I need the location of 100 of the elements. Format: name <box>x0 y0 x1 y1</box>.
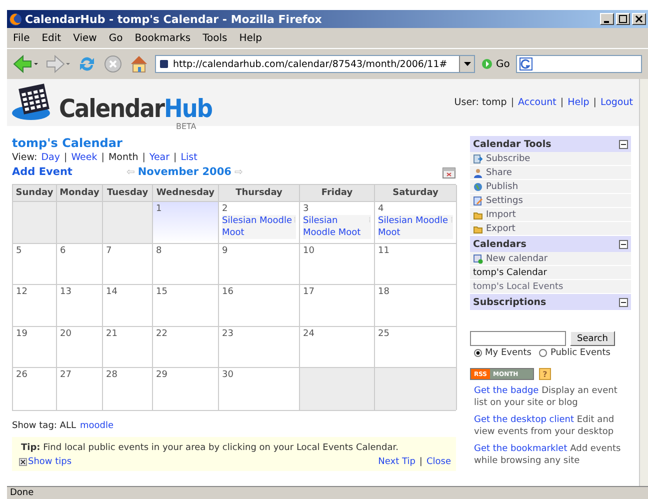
sidebar-item[interactable]: Import <box>470 208 631 222</box>
event-entry[interactable]: Silesian Moodle Moot <box>378 215 453 239</box>
day-cell[interactable]: 20 <box>57 326 103 367</box>
minimize-button[interactable] <box>600 13 614 25</box>
sidebar-item[interactable]: tomp's Calendar <box>470 266 631 280</box>
scrollbar[interactable] <box>639 79 648 486</box>
scope-option[interactable]: Public Events <box>539 348 610 358</box>
tag-link[interactable]: moodle <box>80 421 114 431</box>
scope-option[interactable]: My Events <box>474 348 532 358</box>
calendar-print-icon[interactable] <box>442 166 456 178</box>
menu-item[interactable]: Go <box>108 32 123 44</box>
promo-link[interactable]: Get the bookmarklet <box>474 444 568 454</box>
maximize-button[interactable] <box>616 13 630 25</box>
day-number: 23 <box>222 329 234 339</box>
day-cell[interactable]: 11 <box>375 243 457 284</box>
event-entry[interactable]: Silesian Moodle Moot <box>303 215 371 239</box>
view-link[interactable]: Day <box>41 152 60 163</box>
maximize-icon <box>619 15 627 23</box>
day-cell[interactable]: 26 <box>13 367 57 410</box>
promo-text: Get the badge Display an event list on your site or blog <box>473 385 618 409</box>
day-number: 22 <box>156 329 168 339</box>
day-cell[interactable]: 8 <box>153 243 219 284</box>
day-cell[interactable]: 5 <box>13 243 57 284</box>
day-cell[interactable]: 29 <box>153 367 219 410</box>
go-button[interactable]: Go <box>481 58 510 70</box>
day-cell[interactable]: 17 <box>300 284 375 326</box>
sidebar-item[interactable]: New calendar <box>470 252 631 266</box>
day-cell[interactable]: 4 Silesian Moodle Moot <box>375 201 457 243</box>
radio-icon[interactable] <box>539 349 548 357</box>
promo-link[interactable]: Get the badge <box>474 386 539 396</box>
menu-item[interactable]: Edit <box>42 32 62 44</box>
promo-link[interactable]: Get the desktop client <box>474 415 574 425</box>
day-cell[interactable]: 2 Silesian Moodle Moot <box>219 201 300 243</box>
search-button[interactable]: Search <box>570 331 615 346</box>
view-link[interactable]: List <box>180 152 198 163</box>
add-event-link[interactable]: Add Event <box>12 166 72 178</box>
weekday-header: Saturday <box>375 185 457 201</box>
close-button[interactable] <box>632 13 646 25</box>
header-link[interactable]: Account <box>518 97 556 108</box>
day-cell[interactable]: 24 <box>300 326 375 367</box>
view-link[interactable]: Week <box>71 152 98 163</box>
view-link[interactable]: Year <box>149 152 170 163</box>
sidebar-item[interactable]: Share <box>470 166 631 180</box>
day-cell[interactable]: 3 Silesian Moodle Moot <box>300 201 375 243</box>
day-cell[interactable]: 6 <box>57 243 103 284</box>
view-label: View: <box>12 152 38 163</box>
day-cell[interactable]: 12 <box>13 284 57 326</box>
day-cell[interactable]: 9 <box>219 243 300 284</box>
collapse-button[interactable] <box>619 298 628 306</box>
day-cell[interactable]: 10 <box>300 243 375 284</box>
day-number: 26 <box>16 370 28 380</box>
show-tips-link[interactable]: Show tips <box>28 457 72 467</box>
search-field[interactable] <box>516 55 642 73</box>
sidebar-item[interactable]: Settings <box>470 194 631 208</box>
day-cell[interactable]: 7 <box>103 243 153 284</box>
day-cell[interactable]: 28 <box>103 367 153 410</box>
day-cell[interactable]: 21 <box>103 326 153 367</box>
close-icon[interactable] <box>19 458 27 466</box>
menu-item[interactable]: File <box>13 32 30 44</box>
day-cell[interactable]: 19 <box>13 326 57 367</box>
search-input[interactable] <box>470 331 566 346</box>
day-cell[interactable]: 25 <box>375 326 457 367</box>
menu-item[interactable]: Tools <box>202 32 228 44</box>
day-cell[interactable]: 16 <box>219 284 300 326</box>
beta-label: BETA <box>176 122 196 130</box>
stop-icon[interactable] <box>103 54 123 74</box>
day-cell[interactable]: 15 <box>153 284 219 326</box>
day-cell[interactable]: 13 <box>57 284 103 326</box>
menu-item[interactable]: Bookmarks <box>134 32 191 44</box>
day-cell[interactable]: 27 <box>57 367 103 410</box>
weekday-header: Thursday <box>219 185 300 201</box>
sidebar-item[interactable]: tomp's Local Events <box>470 280 631 294</box>
close-link[interactable]: Close <box>426 457 451 467</box>
view-link[interactable]: Month <box>108 152 138 163</box>
sidebar-item[interactable]: Subscribe <box>470 152 631 166</box>
day-cell[interactable]: 1 <box>153 201 219 243</box>
menu-item[interactable]: View <box>73 32 97 44</box>
day-cell[interactable]: 22 <box>153 326 219 367</box>
day-number: 9 <box>222 246 229 256</box>
event-entry[interactable]: Silesian Moodle Moot <box>222 215 296 239</box>
radio-icon[interactable] <box>474 349 482 357</box>
back-arrow-icon[interactable] <box>13 54 39 74</box>
header-link[interactable]: Help <box>568 97 590 108</box>
collapse-button[interactable] <box>619 240 628 248</box>
day-number: 29 <box>156 370 168 380</box>
day-number: 18 <box>378 287 390 297</box>
collapse-button[interactable] <box>619 140 628 148</box>
day-cell[interactable]: 14 <box>103 284 153 326</box>
sidebar-item[interactable]: Export <box>470 222 631 236</box>
menu-item[interactable]: Help <box>239 32 262 44</box>
dropdown-button[interactable] <box>459 56 474 72</box>
address-field[interactable]: http://calendarhub.com/calendar/87543/month/2006/11# <box>155 55 475 73</box>
next-tip-link[interactable]: Next Tip <box>378 457 416 467</box>
day-cell[interactable]: 30 <box>219 367 300 410</box>
close-icon <box>635 15 643 23</box>
day-cell[interactable]: 18 <box>375 284 457 326</box>
home-icon[interactable] <box>129 54 149 74</box>
header-link[interactable]: Logout <box>600 97 633 108</box>
day-cell[interactable]: 23 <box>219 326 300 367</box>
sidebar-item[interactable]: Publish <box>470 180 631 194</box>
